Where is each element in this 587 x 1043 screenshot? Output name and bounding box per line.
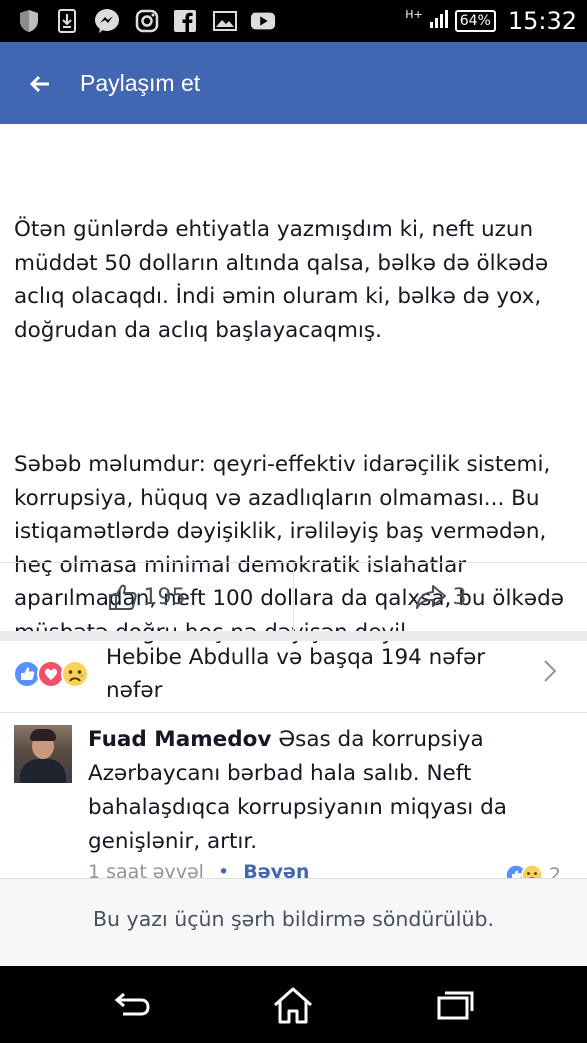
section-separator [0,631,587,641]
avatar[interactable] [14,725,72,783]
like-count: 195 [143,584,186,610]
recent-apps-icon [437,991,474,1020]
post-actions: 195 3 [0,562,587,632]
status-indicators: H+ 64% 15:32 [405,6,577,36]
meta-separator: • [218,861,230,878]
clock: 15:32 [507,7,577,35]
nav-home-button[interactable] [268,982,318,1028]
comment-author[interactable]: Fuad Mamedov [88,727,271,752]
thumbs-up-icon [108,584,137,610]
like-icon [13,660,41,688]
share-button[interactable]: 3 [294,563,587,631]
comment-reaction-count: 2 [548,864,561,878]
back-icon [114,992,150,1016]
shield-icon [16,8,42,34]
back-button[interactable] [24,68,56,100]
nav-back-button[interactable] [106,982,156,1028]
reactions-summary[interactable]: Hebibe Abdulla və başqa 194 nəfər nəfər [0,641,587,711]
share-count: 3 [452,584,467,610]
comment-body: Fuad Mamedov Əsas da korrupsiya Azərbayc… [88,723,568,859]
chevron-right-icon [543,659,557,687]
system-nav-bar [0,966,587,1043]
reactions-summary-text: Hebibe Abdulla və başqa 194 nəfər nəfər [106,645,486,703]
facebook-icon [172,8,198,34]
post-paragraph: Ötən günlərdə ehtiyatla yazmışdım ki, ne… [14,217,556,343]
signal-icon [429,9,449,33]
page-title: Paylaşım et [80,70,201,96]
youtube-icon [250,8,276,34]
comments-disabled-notice: Bu yazı üçün şərh bildirmə söndürülüb. [92,907,494,931]
network-type: H+ [405,8,423,21]
gallery-icon [212,8,238,34]
love-icon [37,660,65,688]
messenger-icon [94,8,120,34]
comments-disabled-bar: Bu yazı üçün şərh bildirmə söndürülüb. [0,878,587,967]
comment-reactions[interactable]: 2 [505,863,561,878]
comment-like-link[interactable]: Bəyən [243,861,309,878]
share-arrow-icon [415,585,446,609]
comment-meta: 1 saat əvvəl • Bəyən [88,861,309,878]
sad-icon [61,660,89,688]
app-bar: Paylaşım et [0,42,587,124]
status-bar: H+ 64% 15:32 [0,0,587,42]
home-icon [274,987,312,1024]
comment-timestamp: 1 saat əvvəl [88,861,204,878]
battery-indicator: 64% [454,10,496,32]
instagram-icon [134,8,160,34]
reaction-icons [12,657,98,691]
download-icon [54,8,80,34]
comment: Fuad Mamedov Əsas da korrupsiya Azərbayc… [0,713,587,878]
arrow-left-icon [29,75,49,93]
nav-recents-button[interactable] [430,982,480,1028]
sad-icon [521,864,543,878]
like-button[interactable]: 195 [0,563,293,631]
